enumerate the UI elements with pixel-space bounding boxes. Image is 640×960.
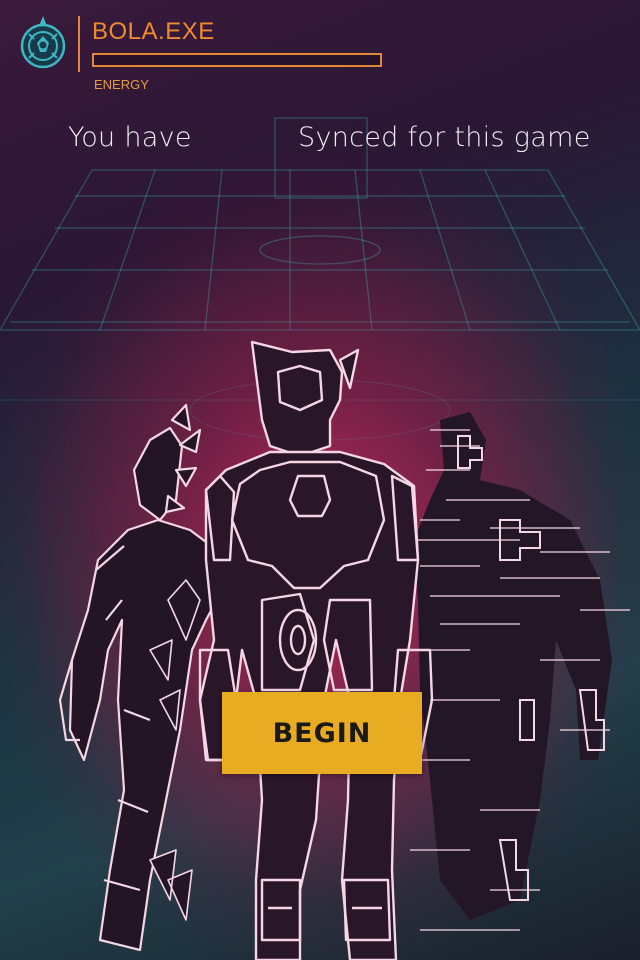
game-screen: BOLA.EXE ENERGY You have Synced for this… xyxy=(0,0,640,960)
sync-message-prefix: You have xyxy=(68,122,192,153)
energy-bar xyxy=(92,53,382,67)
emblem-icon[interactable] xyxy=(18,14,68,72)
header-divider xyxy=(78,16,80,72)
energy-label: ENERGY xyxy=(94,77,149,92)
sync-message-suffix: Synced for this game xyxy=(298,122,591,153)
hud-header: BOLA.EXE ENERGY xyxy=(0,0,640,100)
app-title: BOLA.EXE xyxy=(92,18,215,45)
begin-button[interactable]: BEGIN xyxy=(222,692,422,774)
